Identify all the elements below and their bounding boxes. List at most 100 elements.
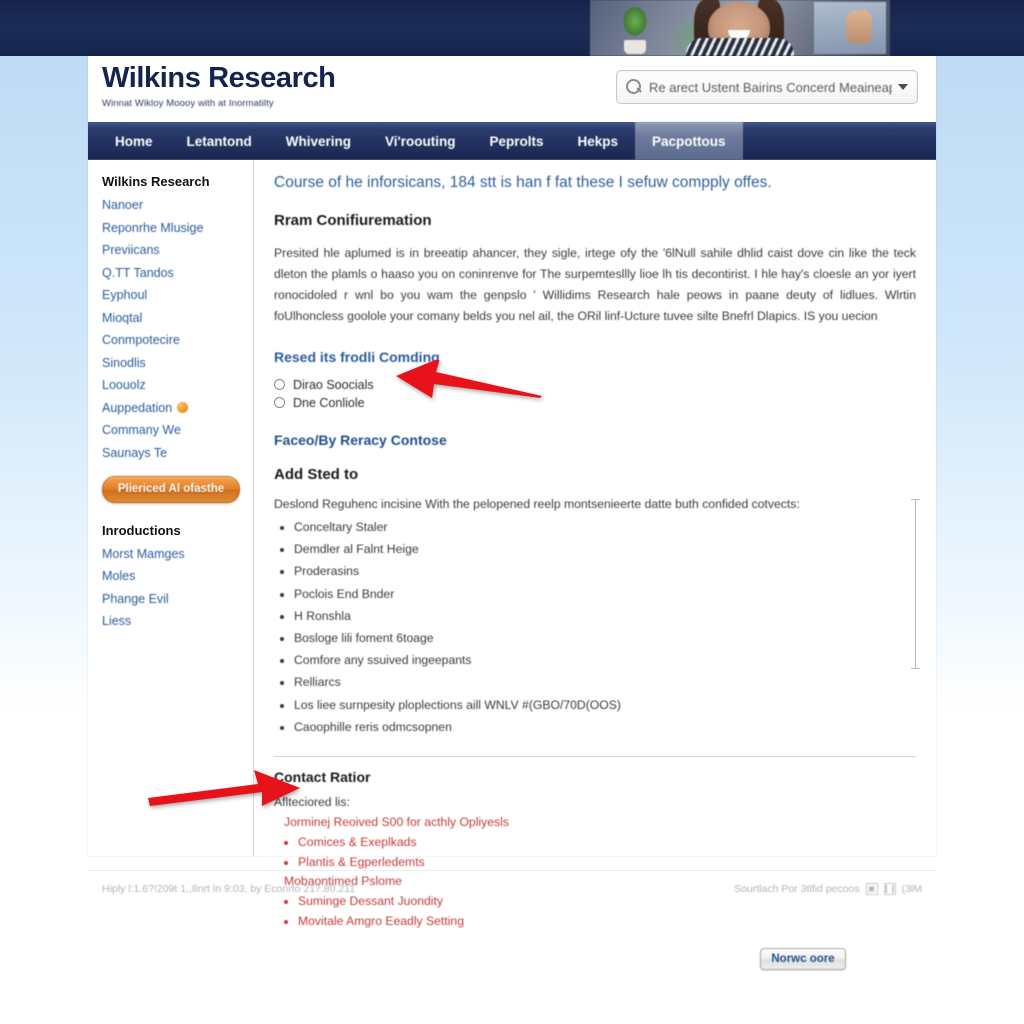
sidebar-item-label: Mioqtal	[102, 310, 143, 325]
page-title: Course of he inforsicans, 184 stt is han…	[274, 174, 772, 191]
sidebar-item-conmpotecire[interactable]: Conmpotecire	[102, 333, 253, 347]
nav-item-whivering[interactable]: Whivering	[269, 122, 368, 160]
sidebar-item-auppedation[interactable]: Auppedation	[102, 401, 253, 415]
sidebar-item-moles[interactable]: Moles	[102, 569, 253, 583]
sidebar-item-loouolz[interactable]: Loouolz	[102, 378, 253, 392]
list-scrollbar[interactable]	[911, 498, 920, 669]
list-item: Demdler al Falnt Heige	[294, 538, 902, 560]
orange-badge-icon	[177, 402, 189, 413]
footer-icon-text: (3lM	[901, 882, 922, 895]
radio-option-2[interactable]: Dne Conliole	[274, 396, 916, 410]
sidebar-item-sinodlis[interactable]: Sinodlis	[102, 356, 253, 370]
sidebar-item-mioqtal[interactable]: Mioqtal	[102, 311, 253, 325]
sidebar-item-label: Nanoer	[102, 198, 143, 212]
sidebar-item-previicans[interactable]: Previicans	[102, 243, 253, 257]
red-text-line[interactable]: Jorminej Reoived S00 for acthly Opliyesl…	[284, 813, 916, 833]
sidebar-item-label: Q.TT Tandos	[102, 265, 174, 280]
plant-pot-shape	[624, 40, 646, 54]
list-intro-text: Deslond Reguhenc incisine With the pelop…	[274, 496, 800, 511]
sidebar-item-label: Eyphoul	[102, 288, 148, 302]
sidebar-item-nanoer[interactable]: Nanoer	[102, 198, 253, 212]
logo-title: Wilkins Research	[102, 62, 336, 94]
sidebar-item-label: Sinodlis	[102, 355, 146, 370]
sidebar-item-label: Auppedation	[102, 400, 173, 415]
sidebar: Wilkins Research Nanoer Reponrhe Mlusige…	[88, 160, 254, 856]
site-footer: Hiply l:1.6?!209t 1,,8nrt ln 9:03, by Ec…	[88, 870, 936, 906]
sidebar-item-label: Commany We	[102, 423, 181, 437]
link-heading-faceo[interactable]: Faceo/By Reracy Contose	[274, 432, 916, 448]
grid-icon[interactable]: ▣	[865, 882, 878, 895]
sidebar-item-eyphoul[interactable]: Eyphoul	[102, 288, 253, 302]
nav-item-pacpottous-active[interactable]: Pacpottous	[635, 122, 743, 160]
sidebar-item-label: Loouolz	[102, 378, 146, 392]
sidebar-item-label: Liess	[102, 614, 132, 628]
radio-label: Dirao Soocials	[293, 377, 374, 392]
nav-item-letantond[interactable]: Letantond	[170, 122, 269, 160]
sidebar-item-label: Saunays Te	[102, 445, 168, 460]
list-item: Caoophille reris odmcsopnen	[294, 716, 902, 738]
sidebar-item-liess[interactable]: Liess	[102, 614, 253, 628]
sidebar-item-label: Phange Evil	[102, 591, 169, 606]
footer-right-text: Sourtlach Por 3tlfid pecoos	[734, 882, 860, 895]
page-root: Wilkins Research Winnat Wikloy Moooy wit…	[0, 0, 1024, 1024]
logo-tagline: Winnat Wikloy Moooy with at Inormatilty	[102, 98, 274, 109]
sidebar-item-label: Morst Mamges	[102, 546, 185, 561]
search-input[interactable]: Re arect Ustent Bairins Concerd Meaineap…	[649, 80, 892, 95]
sidebar-item-commany-we[interactable]: Commany We	[102, 423, 253, 437]
list-item: Relliarcs	[294, 671, 902, 693]
section-heading-resed: Resed its frodli Comding	[274, 348, 440, 365]
list-item: Conceltary Staler	[294, 516, 902, 538]
sidebar-item-label: Previicans	[102, 243, 160, 257]
pause-icon[interactable]: ❙❙	[883, 882, 896, 895]
section-divider	[274, 755, 916, 757]
sidebar-item-phange-evil[interactable]: Phange Evil	[102, 592, 253, 606]
radio-label: Dne Conliole	[293, 395, 365, 410]
red-bullet-list-a: Comices & Exeplkads Plantis & Egperledem…	[274, 833, 916, 873]
nav-item-home[interactable]: Home	[98, 122, 170, 160]
site-header: Wilkins Research Winnat Wikloy Moooy wit…	[88, 56, 936, 122]
chevron-down-icon[interactable]	[898, 84, 908, 90]
feature-list: Conceltary Staler Demdler al Falnt Heige…	[274, 516, 902, 738]
banner-photo	[590, 0, 890, 56]
nav-item-hekps[interactable]: Hekps	[561, 122, 636, 160]
contact-intro-text: Aflteciored lis:	[274, 794, 350, 809]
sidebar-heading: Wilkins Research	[102, 174, 210, 189]
radio-icon[interactable]	[274, 379, 285, 391]
sidebar-item-saunays-te[interactable]: Saunays Te	[102, 446, 253, 460]
footer-left-text: Hiply l:1.6?!209t 1,,8nrt ln 9:03, by Ec…	[102, 882, 356, 895]
list-item: H Ronshla	[294, 605, 902, 627]
nav-item-vroouting[interactable]: Vi'roouting	[368, 122, 472, 160]
list-container: Deslond Reguhenc incisine With the pelop…	[274, 496, 920, 738]
site-logo[interactable]: Wilkins Research Winnat Wikloy Moooy wit…	[102, 62, 336, 110]
site-container: Wilkins Research Winnat Wikloy Moooy wit…	[88, 56, 936, 970]
red-list-item[interactable]: Movitale Amgro Eeadly Setting	[298, 912, 916, 932]
main-navigation: Home Letantond Whivering Vi'roouting Pep…	[88, 122, 936, 160]
list-item: Bosloge lili foment 6toage	[294, 627, 902, 649]
sidebar-item-morst-mamges[interactable]: Morst Mamges	[102, 547, 253, 561]
sidebar-item-reponrhe-mlusige[interactable]: Reponrhe Mlusige	[102, 221, 253, 235]
footer-right: Sourtlach Por 3tlfid pecoos ▣ ❙❙ (3lM	[734, 882, 922, 895]
hand-shape	[846, 10, 872, 44]
plant-shape	[618, 6, 652, 44]
sidebar-cta-button[interactable]: Pliericed Al ofasthe	[102, 475, 240, 503]
sidebar-item-label: Reponrhe Mlusige	[102, 220, 204, 235]
shirt-shape	[686, 38, 794, 56]
sidebar-item-qtt-tandos[interactable]: Q.TT Tandos	[102, 266, 253, 280]
nav-item-peprolts[interactable]: Peprolts	[472, 122, 560, 160]
list-item: Comfore any ssuived ingeepants	[294, 649, 902, 671]
submit-button[interactable]: Norwc oore	[760, 947, 846, 970]
search-icon	[626, 79, 642, 95]
list-item: Poclois End Bnder	[294, 583, 902, 605]
radio-option-1[interactable]: Dirao Soocials	[274, 378, 916, 392]
red-list-item[interactable]: Comices & Exeplkads	[298, 833, 916, 853]
section-heading-contact: Contact Ratior	[274, 768, 371, 785]
section-heading-add-sted: Add Sted to	[274, 465, 359, 483]
list-item: Proderasins	[294, 560, 902, 582]
top-banner	[0, 0, 1024, 56]
section-heading-confirmation: Rram Conifiuremation	[274, 212, 432, 229]
sidebar-item-label: Moles	[102, 569, 136, 583]
sidebar-item-label: Conmpotecire	[102, 333, 180, 347]
radio-icon[interactable]	[274, 397, 285, 409]
body-wrapper: Wilkins Research Nanoer Reponrhe Mlusige…	[88, 160, 936, 970]
search-box[interactable]: Re arect Ustent Bairins Concerd Meaineap…	[616, 70, 918, 104]
